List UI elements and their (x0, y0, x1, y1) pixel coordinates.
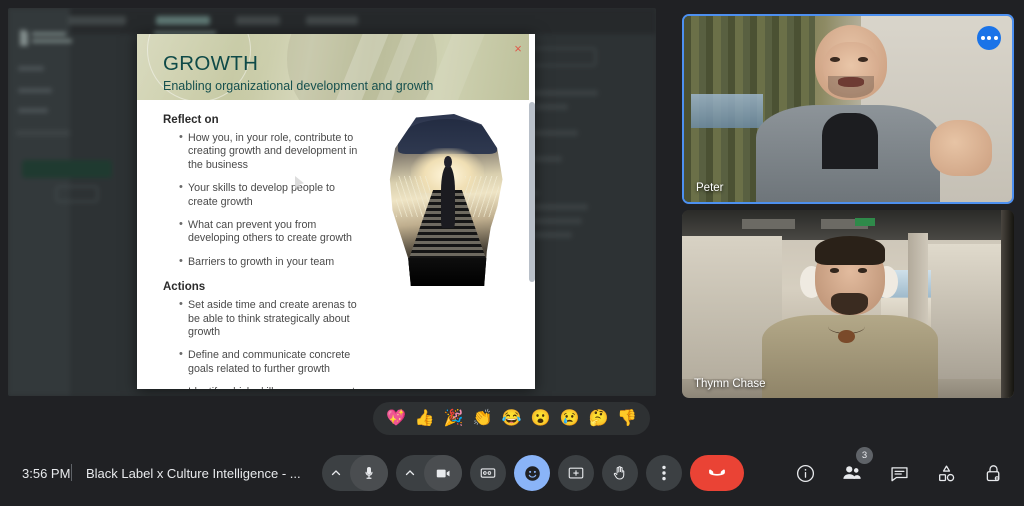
logo-text-line-2 (32, 39, 72, 43)
logo-text-line-1 (32, 32, 66, 36)
background-tab (306, 16, 358, 25)
microphone-icon[interactable] (350, 455, 388, 491)
sidebar-placeholder (18, 108, 48, 113)
actions-list: Set aside time and create arenas to be a… (179, 298, 365, 389)
thymn-video-feed (682, 210, 1014, 398)
leave-call-button[interactable] (690, 455, 744, 491)
list-item: Your skills to develop people to create … (179, 181, 365, 209)
present-screen-button[interactable] (558, 455, 594, 491)
meeting-details-button[interactable] (790, 458, 820, 488)
participant-tile-peter[interactable]: Peter (682, 14, 1014, 204)
person-eye-left (829, 268, 840, 273)
slide-scrollbar[interactable] (529, 34, 535, 389)
participant-tile-thymn-chase[interactable]: Thymn Chase (682, 210, 1014, 398)
scene-duct (741, 219, 795, 229)
reaction-joy-icon[interactable]: 😂 (502, 410, 522, 427)
culture-intelligence-logo-icon (20, 30, 28, 46)
peter-video-feed (684, 16, 1012, 202)
sidebar-placeholder (18, 66, 44, 71)
shared-screen-stage: GROWTH Enabling organizational developme… (0, 0, 672, 440)
list-item: Define and communicate concrete goals re… (179, 348, 365, 376)
chevron-up-icon[interactable] (396, 468, 424, 478)
dot (993, 36, 998, 40)
activities-button[interactable] (931, 458, 961, 488)
reaction-cry-icon[interactable]: 😢 (560, 410, 580, 427)
participant-name-peter: Peter (696, 182, 724, 194)
reaction-thinking-icon[interactable]: 🤔 (588, 410, 608, 427)
scene-right-edge (1000, 210, 1014, 398)
meeting-time: 3:56 PM (22, 466, 71, 481)
list-item: Identify which skills are necessary to (179, 385, 365, 389)
slide-scrollbar-thumb[interactable] (529, 102, 535, 282)
slide-body: Reflect on How you, in your role, contri… (137, 100, 535, 389)
reaction-open-mouth-icon[interactable]: 😮 (531, 410, 551, 427)
person-eye-left (829, 56, 840, 62)
chat-button[interactable] (884, 458, 914, 488)
background-tab (68, 16, 126, 25)
scene-window (690, 94, 763, 128)
background-primary-button (22, 160, 112, 178)
more-options-button[interactable] (646, 455, 682, 491)
person-mouth (838, 77, 865, 87)
dot (987, 36, 991, 40)
camera-control[interactable] (396, 455, 462, 491)
sidebar-placeholder (18, 88, 52, 93)
figure-railing-left (396, 175, 431, 218)
reflect-on-list: How you, in your role, contribute to cre… (179, 131, 365, 269)
dot (980, 36, 985, 40)
slide-modal: GROWTH Enabling organizational developme… (137, 34, 535, 389)
slide-subtitle: Enabling organizational development and … (163, 79, 434, 93)
list-item: Set aside time and create arenas to be a… (179, 298, 365, 339)
background-block (16, 130, 70, 136)
reaction-heart-icon[interactable]: 💖 (386, 410, 406, 427)
captions-button[interactable] (470, 455, 506, 491)
camera-icon[interactable] (424, 455, 462, 491)
participant-name-thymn-chase: Thymn Chase (694, 378, 766, 390)
person-hair (814, 236, 885, 265)
figure-railing-right (464, 175, 499, 218)
slide-title: GROWTH (163, 52, 259, 75)
people-button[interactable]: 3 (837, 447, 873, 488)
microphone-control[interactable] (322, 455, 388, 491)
call-controls (322, 455, 744, 491)
person-tshirt (821, 112, 878, 169)
background-secondary-button (56, 186, 98, 202)
shared-screen-content: GROWTH Enabling organizational developme… (8, 8, 656, 396)
background-tab-active (156, 16, 210, 25)
bottom-control-bar: 3:56 PM Black Label x Culture Intelligen… (0, 440, 1024, 506)
person-hand (930, 120, 993, 176)
list-item: What can prevent you from developing oth… (179, 218, 365, 246)
figure-person-silhouette (440, 155, 456, 228)
list-item: How you, in your role, contribute to cre… (179, 131, 365, 172)
list-item: Barriers to growth in your team (179, 255, 365, 269)
meeting-title: Black Label x Culture Intelligence - ... (86, 466, 301, 481)
figure-floor (389, 258, 503, 286)
background-tab (236, 16, 280, 25)
close-icon[interactable]: × (511, 42, 525, 56)
head-silhouette-shape (389, 114, 503, 286)
person-eye-right (857, 268, 868, 273)
reaction-thumbs-up-icon[interactable]: 👍 (415, 410, 435, 427)
host-controls-button[interactable] (978, 458, 1008, 488)
video-call-app: GROWTH Enabling organizational developme… (0, 0, 1024, 506)
participant-count-badge: 3 (856, 447, 873, 464)
person-eye-right (857, 56, 868, 62)
right-controls: 3 (790, 447, 1008, 488)
reaction-thumbs-down-icon[interactable]: 👎 (617, 410, 637, 427)
divider (71, 464, 72, 481)
raise-hand-button[interactable] (602, 455, 638, 491)
scene-exit-sign (854, 217, 875, 226)
slide-header: GROWTH Enabling organizational developme… (137, 34, 535, 100)
reactions-button[interactable] (514, 455, 550, 491)
reaction-party-popper-icon[interactable]: 🎉 (444, 410, 464, 427)
reaction-clap-icon[interactable]: 👏 (473, 410, 493, 427)
reaction-picker-bar[interactable]: 💖 👍 🎉 👏 😂 😮 😢 🤔 👎 (373, 402, 651, 435)
tile-more-options-icon[interactable] (977, 26, 1001, 50)
growth-stairs-illustration (382, 114, 513, 286)
chevron-up-icon[interactable] (322, 468, 350, 478)
